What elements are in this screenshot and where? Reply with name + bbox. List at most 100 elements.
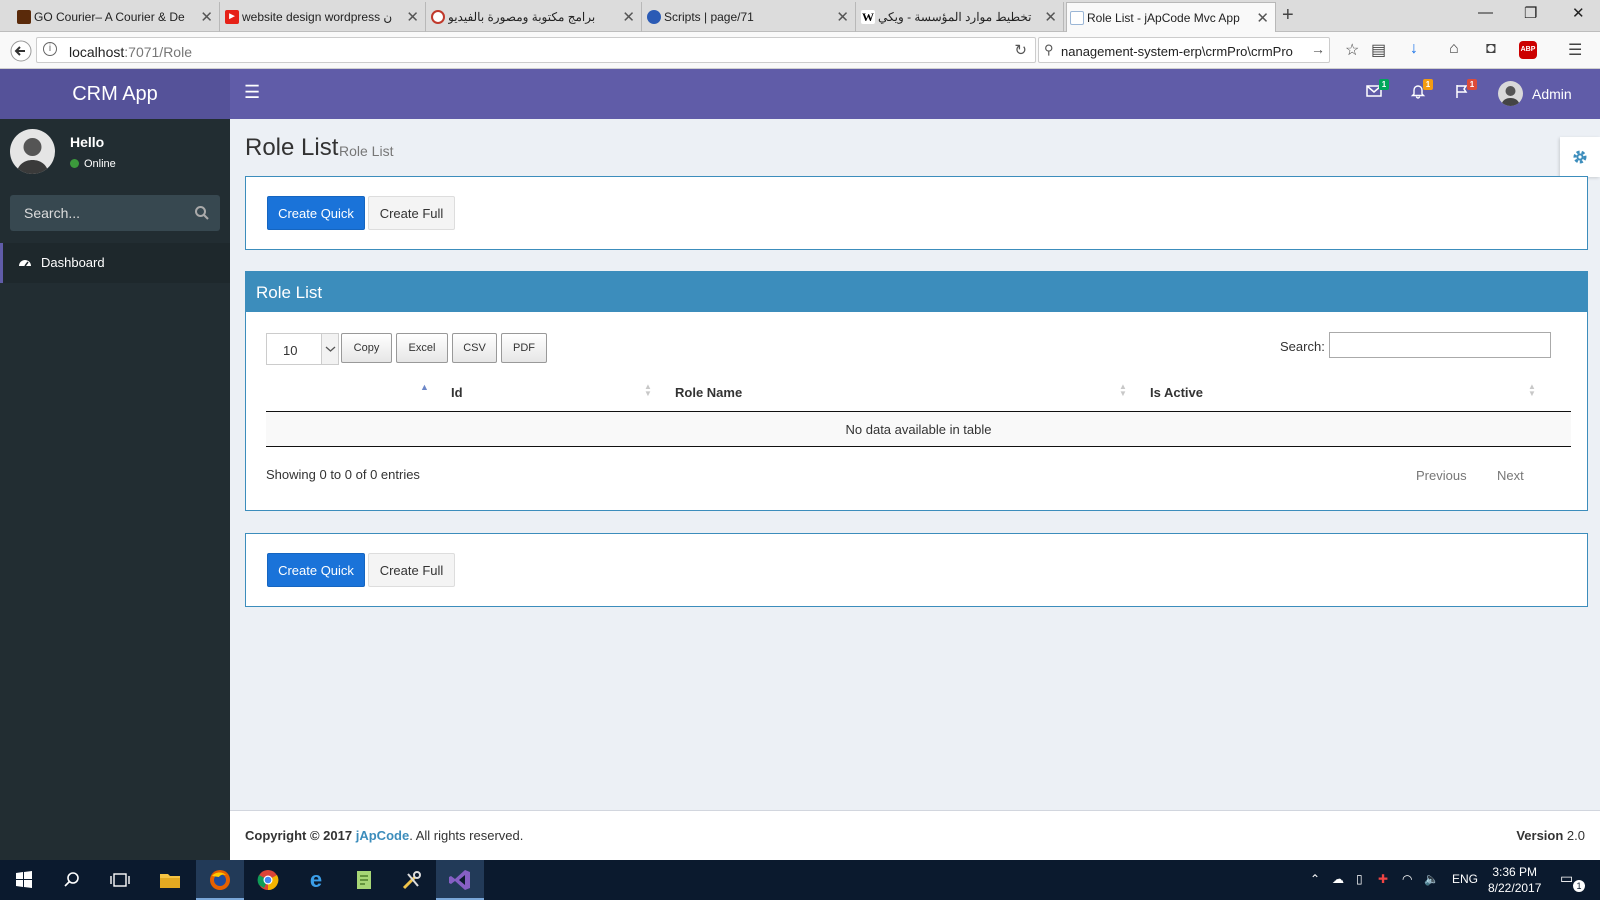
notification-count-badge: 1 <box>1573 880 1585 892</box>
new-tab-icon[interactable]: + <box>1282 4 1294 27</box>
online-dot-icon <box>70 159 79 168</box>
browser-tab[interactable]: Scripts | page/71 ✕ <box>644 2 856 32</box>
column-header-id[interactable]: Id <box>451 385 463 400</box>
tab-label: website design wordpress ‫ن <box>242 10 393 24</box>
actions-box-bottom: Create Quick Create Full <box>245 533 1588 607</box>
firefox-icon <box>210 870 230 890</box>
window-close-icon[interactable]: ✕ <box>1572 4 1585 22</box>
user-name[interactable]: Admin <box>1532 86 1572 102</box>
taskbar-chrome[interactable] <box>244 860 292 900</box>
taskbar-notepad[interactable] <box>340 860 388 900</box>
home-icon[interactable]: ⌂ <box>1449 40 1459 58</box>
url-text: localhost:7071/Role <box>69 44 192 60</box>
excel-button[interactable]: Excel <box>396 333 448 363</box>
clock[interactable]: 3:36 PM 8/22/2017 <box>1488 864 1541 896</box>
user-avatar[interactable] <box>1498 81 1523 106</box>
close-icon[interactable]: ✕ <box>406 8 419 26</box>
browser-tab[interactable]: GO Courier– A Courier & De ✕ <box>14 2 220 32</box>
language-indicator[interactable]: ENG <box>1452 872 1478 886</box>
column-header-role-name[interactable]: Role Name <box>675 385 742 400</box>
table-info: Showing 0 to 0 of 0 entries <box>266 467 420 482</box>
create-full-button[interactable]: Create Full <box>368 196 455 230</box>
browser-tab-bar: GO Courier– A Courier & De ✕ ▶ website d… <box>0 0 1600 32</box>
adblock-icon[interactable]: ABP <box>1519 41 1537 59</box>
next-button[interactable]: Next <box>1497 468 1524 483</box>
previous-button[interactable]: Previous <box>1416 468 1467 483</box>
tools-icon <box>402 871 421 890</box>
sort-icon[interactable]: ▲ ▼ <box>644 383 652 398</box>
pdf-button[interactable]: PDF <box>501 333 547 363</box>
sidebar-item-label: Dashboard <box>41 255 105 270</box>
sidebar-item-dashboard[interactable]: Dashboard <box>0 243 230 283</box>
taskbar-firefox[interactable] <box>196 860 244 900</box>
search-icon[interactable] <box>194 205 210 221</box>
chevron-up-icon[interactable]: ⌃ <box>1310 872 1320 886</box>
arrow-right-icon[interactable]: → <box>1308 41 1325 57</box>
create-quick-button[interactable]: Create Quick <box>267 196 365 230</box>
reading-list-icon[interactable]: ▤ <box>1371 40 1386 60</box>
close-icon[interactable]: ✕ <box>200 8 213 26</box>
brand-link[interactable]: jApCode <box>356 828 409 843</box>
action-center-icon[interactable]: ▭ <box>1560 870 1573 887</box>
gear-icon <box>1573 150 1587 164</box>
clock-time: 3:36 PM <box>1492 865 1538 879</box>
box-title: Role List <box>256 283 323 302</box>
control-sidebar-toggle[interactable] <box>1560 137 1600 177</box>
sidebar-toggle-icon[interactable]: ☰ <box>244 82 260 103</box>
box-header: Role List <box>246 272 1587 312</box>
sort-asc-icon[interactable]: ▲ <box>420 382 429 392</box>
start-button[interactable] <box>0 860 48 900</box>
tab-label: Role List - jApCode Mvc App <box>1087 10 1240 25</box>
app-logo[interactable]: CRM App <box>0 69 230 119</box>
csv-button[interactable]: CSV <box>452 333 497 363</box>
back-icon[interactable] <box>10 40 32 62</box>
taskbar-edge[interactable]: e <box>292 860 340 900</box>
sort-icon[interactable]: ▲ ▼ <box>1528 383 1536 398</box>
pocket-icon[interactable]: ◘ <box>1486 40 1496 58</box>
security-icon[interactable]: ✚ <box>1378 872 1388 886</box>
volume-icon[interactable]: 🔈 <box>1424 872 1439 886</box>
task-view-button[interactable] <box>96 860 144 900</box>
copyright-text: Copyright © 2017 jApCode. All rights res… <box>245 828 524 843</box>
address-bar[interactable]: i localhost:7071/Role ↻ <box>36 37 1036 63</box>
taskbar-file-explorer[interactable] <box>146 860 194 900</box>
tab-label: تخطيط موارد المؤسسة - ويكي <box>878 10 1032 24</box>
page-footer: Copyright © 2017 jApCode. All rights res… <box>230 810 1600 860</box>
browser-tab-active[interactable]: Role List - jApCode Mvc App ✕ <box>1066 2 1276 32</box>
tasks-badge: 1 <box>1467 79 1477 90</box>
copy-button[interactable]: Copy <box>341 333 392 363</box>
download-icon[interactable]: ↓ <box>1410 40 1418 58</box>
dashboard-icon <box>19 260 31 267</box>
info-icon[interactable]: i <box>43 42 57 56</box>
close-icon[interactable]: ✕ <box>836 8 849 26</box>
create-full-button[interactable]: Create Full <box>368 553 455 587</box>
taskbar-tools[interactable] <box>388 860 436 900</box>
network-drive-icon[interactable]: ☁ <box>1332 872 1344 886</box>
browser-tab[interactable]: برامج مكتوبة ومصورة بالفيديو ✕ <box>428 2 642 32</box>
menu-icon[interactable]: ☰ <box>1568 40 1582 60</box>
reload-icon[interactable]: ↻ <box>1014 41 1027 59</box>
sidebar-search-input[interactable] <box>10 195 180 231</box>
usb-icon[interactable]: ▯ <box>1356 872 1363 886</box>
globe-icon <box>647 10 661 24</box>
restore-icon[interactable]: ❐ <box>1524 4 1537 22</box>
page-length-select[interactable]: 10 <box>266 333 339 365</box>
close-icon[interactable]: ✕ <box>1044 8 1057 26</box>
search-icon <box>64 872 79 887</box>
taskbar-search[interactable] <box>48 860 96 900</box>
tab-label: Scripts | page/71 <box>664 10 754 24</box>
browser-tab[interactable]: W تخطيط موارد المؤسسة - ويكي ✕ <box>858 2 1064 32</box>
sort-icon[interactable]: ▲ ▼ <box>1119 383 1127 398</box>
close-icon[interactable]: ✕ <box>1256 9 1269 27</box>
create-quick-button[interactable]: Create Quick <box>267 553 365 587</box>
minimize-icon[interactable]: — <box>1478 4 1493 21</box>
column-header-is-active[interactable]: Is Active <box>1150 385 1203 400</box>
role-list-box: Role List 10 Copy Excel CSV PDF Search: … <box>245 271 1588 511</box>
close-icon[interactable]: ✕ <box>622 8 635 26</box>
taskbar-visual-studio[interactable] <box>436 860 484 900</box>
browser-search-box[interactable]: ⚲ nanagement-system-erp\crmPro\crmPro → <box>1038 37 1330 63</box>
bookmark-star-icon[interactable]: ☆ <box>1345 40 1359 60</box>
browser-tab[interactable]: ▶ website design wordpress ‫ن ✕ <box>222 2 426 32</box>
table-search-input[interactable] <box>1329 332 1551 358</box>
wifi-icon[interactable]: ◠ <box>1402 872 1412 886</box>
